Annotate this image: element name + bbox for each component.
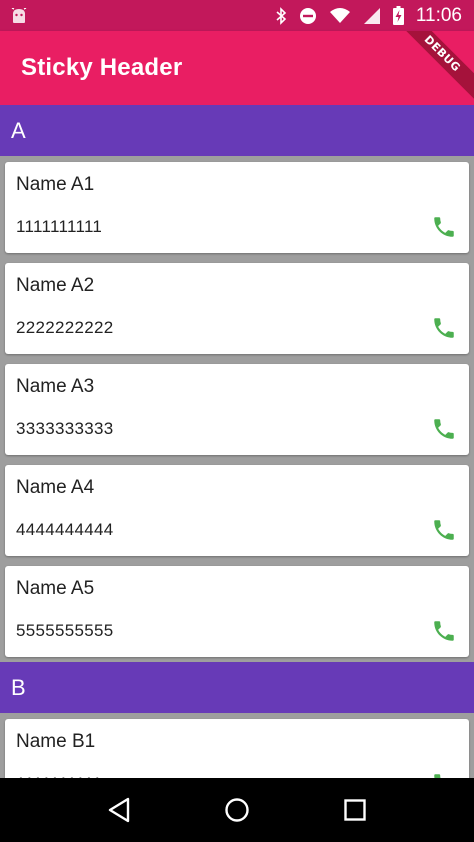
battery-charging-icon [392, 6, 404, 25]
status-time: 11:06 [415, 4, 462, 26]
contact-name: Name B1 [16, 731, 96, 752]
home-icon[interactable] [217, 790, 257, 830]
back-icon[interactable] [99, 790, 139, 830]
section-header-b: B [0, 662, 474, 713]
app-title: Sticky Header [21, 54, 183, 81]
contact-list[interactable]: A Name A1 1111111111 Name A2 2222222222 … [0, 105, 474, 778]
contact-card[interactable]: Name A2 2222222222 [5, 263, 469, 354]
call-icon[interactable] [429, 515, 459, 545]
contact-phone: 4444444444 [16, 520, 114, 539]
contact-card[interactable]: Name A3 3333333333 [5, 364, 469, 455]
signal-icon [363, 7, 381, 25]
contact-phone: 5555555555 [16, 621, 114, 640]
do-not-disturb-icon [299, 7, 317, 25]
call-icon[interactable] [429, 414, 459, 444]
contact-card[interactable]: Name A1 1111111111 [5, 162, 469, 253]
section-a-cards: Name A1 1111111111 Name A2 2222222222 Na… [0, 162, 474, 662]
navigation-bar [0, 778, 474, 842]
contact-card[interactable]: Name A4 4444444444 [5, 465, 469, 556]
recents-icon[interactable] [335, 790, 375, 830]
contact-card[interactable]: Name B1 1111111111 [5, 719, 469, 778]
contact-phone: 2222222222 [16, 318, 114, 337]
call-icon[interactable] [429, 616, 459, 646]
contact-name: Name A5 [16, 578, 95, 599]
call-icon[interactable] [429, 212, 459, 242]
contact-card[interactable]: Name A5 5555555555 [5, 566, 469, 657]
status-bar: 11:06 [0, 0, 474, 31]
call-icon[interactable] [429, 769, 459, 778]
contact-phone: 3333333333 [16, 419, 114, 438]
contact-name: Name A3 [16, 376, 95, 397]
contact-phone: 1111111111 [16, 217, 103, 236]
bluetooth-icon [275, 6, 287, 25]
section-b-cards: Name B1 1111111111 [0, 719, 474, 778]
android-icon [10, 7, 28, 24]
app-bar: Sticky Header [0, 31, 474, 105]
contact-name: Name A1 [16, 174, 95, 195]
contact-name: Name A2 [16, 275, 95, 296]
contact-name: Name A4 [16, 477, 95, 498]
call-icon[interactable] [429, 313, 459, 343]
wifi-icon [329, 7, 351, 24]
section-header-a: A [0, 105, 474, 156]
